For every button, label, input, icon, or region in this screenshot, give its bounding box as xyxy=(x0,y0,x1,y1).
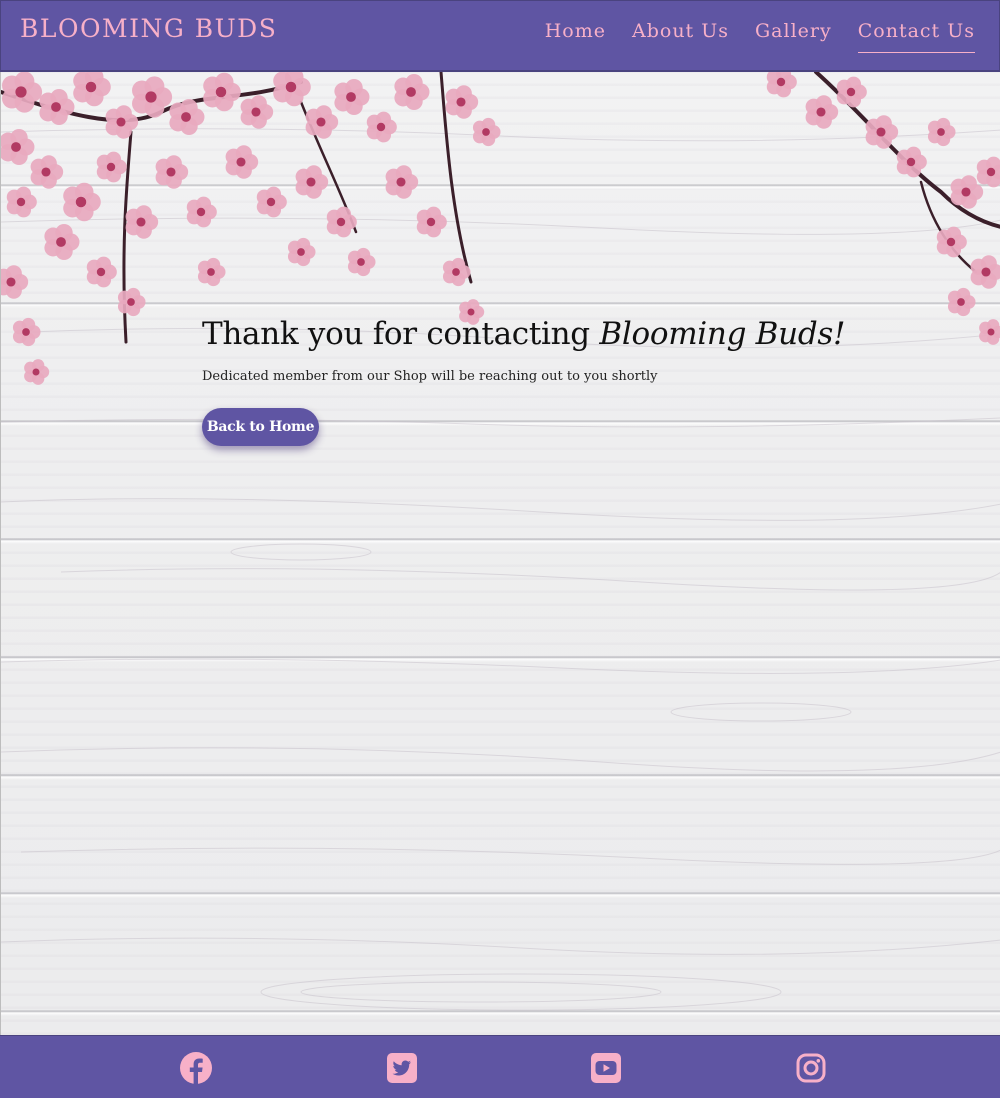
blossom-flower xyxy=(927,117,956,147)
blossom-flower xyxy=(394,73,430,111)
blossom-flower xyxy=(366,111,397,143)
back-to-home-button[interactable]: Back to Home xyxy=(202,408,319,446)
blossom-flower xyxy=(155,155,189,189)
blossom-flower xyxy=(169,98,205,136)
blossom-flower xyxy=(73,72,111,107)
blossom-flower xyxy=(472,117,501,147)
blossom-flower xyxy=(896,146,927,178)
blossom-flower xyxy=(305,105,339,139)
blossom-flower xyxy=(2,72,43,113)
blossom-flower xyxy=(1,265,29,299)
nav-home[interactable]: Home xyxy=(545,18,606,53)
blossom-flower xyxy=(805,95,839,129)
blossom-flower xyxy=(836,76,867,108)
blossom-flower xyxy=(947,287,976,317)
blossom-flower xyxy=(117,287,146,317)
confirmation-subtext: Dedicated member from our Shop will be r… xyxy=(202,369,658,384)
instagram-icon[interactable] xyxy=(795,1052,827,1084)
blossom-flower xyxy=(445,85,479,119)
blossom-flower xyxy=(256,186,287,218)
main-nav: Home About Us Gallery Contact Us xyxy=(545,18,975,53)
blossom-flower xyxy=(186,196,217,228)
blossom-flower xyxy=(6,186,37,218)
blossom-flower xyxy=(30,155,64,189)
twitter-icon[interactable] xyxy=(386,1052,418,1084)
blossom-flower xyxy=(63,182,101,222)
brand-logo[interactable]: BLOOMING BUDS xyxy=(20,14,277,43)
page-title: Thank you for contacting Blooming Buds! xyxy=(202,316,845,352)
blossom-flower xyxy=(225,145,259,179)
blossom-flower xyxy=(105,105,139,139)
blossom-flower xyxy=(766,72,797,98)
blossom-flower xyxy=(326,206,357,238)
blossom-flower xyxy=(273,72,311,107)
blossom-flower xyxy=(287,237,316,267)
blossom-flower xyxy=(970,255,1000,289)
blossom-flower xyxy=(44,223,80,261)
thank-you-message: Thank you for contacting Blooming Buds! … xyxy=(202,316,845,384)
blossom-flower xyxy=(24,359,50,385)
title-emphasis: Blooming Buds! xyxy=(599,316,846,352)
blossom-flower xyxy=(979,319,1000,345)
blossom-flower xyxy=(39,88,75,126)
hero-background: Thank you for contacting Blooming Buds! … xyxy=(0,72,1000,1035)
blossom-flower xyxy=(125,205,159,239)
blossom-flower xyxy=(240,95,274,129)
blossom-flower xyxy=(203,72,241,112)
site-header: BLOOMING BUDS Home About Us Gallery Cont… xyxy=(0,0,1000,72)
blossom-flower xyxy=(865,115,899,149)
blossom-flower xyxy=(1,128,35,166)
blossom-flower xyxy=(12,317,41,347)
facebook-icon[interactable] xyxy=(180,1052,212,1084)
nav-about-us[interactable]: About Us xyxy=(632,18,729,53)
blossom-flower xyxy=(86,256,117,288)
site-footer xyxy=(0,1035,1000,1098)
nav-gallery[interactable]: Gallery xyxy=(755,18,832,53)
blossom-flower xyxy=(295,165,329,199)
blossom-flower xyxy=(976,156,1000,188)
blossom-flower xyxy=(416,206,447,238)
cherry-blossom-decoration xyxy=(1,72,1000,385)
youtube-icon[interactable] xyxy=(590,1052,622,1084)
blossom-flower xyxy=(936,226,967,258)
blossom-flower xyxy=(385,165,419,199)
blossom-flower xyxy=(96,151,127,183)
blossom-flower xyxy=(347,247,376,277)
blossom-flower xyxy=(334,78,370,116)
nav-contact-us[interactable]: Contact Us xyxy=(857,18,975,53)
title-plain: Thank you for contacting xyxy=(202,316,600,352)
blossom-flower xyxy=(197,257,226,287)
